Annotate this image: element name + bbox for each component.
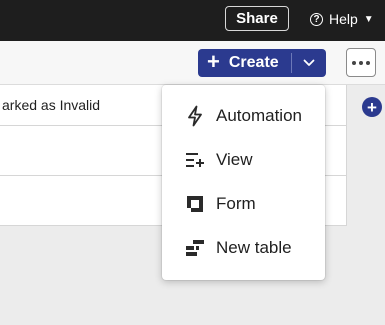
menu-item-label: Automation bbox=[216, 106, 302, 125]
add-column-button[interactable]: + bbox=[362, 97, 382, 117]
create-button-label: Create bbox=[228, 54, 279, 71]
share-button[interactable]: Share bbox=[225, 6, 289, 31]
menu-item-label: New table bbox=[216, 238, 292, 257]
chevron-down-icon bbox=[303, 59, 315, 66]
grid-border bbox=[346, 85, 347, 225]
create-main-button[interactable]: + Create bbox=[198, 49, 291, 77]
chevron-down-icon: ▼ bbox=[363, 13, 374, 25]
plus-icon: + bbox=[367, 97, 377, 117]
help-menu-button[interactable]: ? Help ▼ bbox=[310, 7, 374, 31]
form-icon bbox=[184, 193, 206, 215]
plus-icon: + bbox=[207, 49, 220, 74]
menu-item-view[interactable]: View bbox=[162, 138, 325, 182]
menu-item-form[interactable]: Form bbox=[162, 182, 325, 226]
more-options-button[interactable] bbox=[346, 48, 376, 77]
share-button-label: Share bbox=[236, 10, 278, 27]
column-header-label: arked as Invalid bbox=[2, 97, 101, 113]
more-icon bbox=[352, 60, 370, 65]
toolbar bbox=[0, 41, 385, 85]
list-add-icon bbox=[184, 149, 206, 171]
menu-item-label: Form bbox=[216, 194, 256, 213]
create-menu: Automation View Form New table bbox=[162, 85, 325, 280]
menu-item-label: View bbox=[216, 150, 253, 169]
lightning-bolt-icon bbox=[184, 105, 206, 127]
help-icon: ? bbox=[310, 12, 323, 26]
menu-item-new-table[interactable]: New table bbox=[162, 226, 325, 270]
create-button[interactable]: + Create bbox=[198, 49, 326, 77]
help-label: Help bbox=[329, 11, 358, 27]
table-icon bbox=[184, 237, 206, 259]
menu-item-automation[interactable]: Automation bbox=[162, 94, 325, 138]
create-dropdown-toggle[interactable] bbox=[292, 59, 326, 67]
